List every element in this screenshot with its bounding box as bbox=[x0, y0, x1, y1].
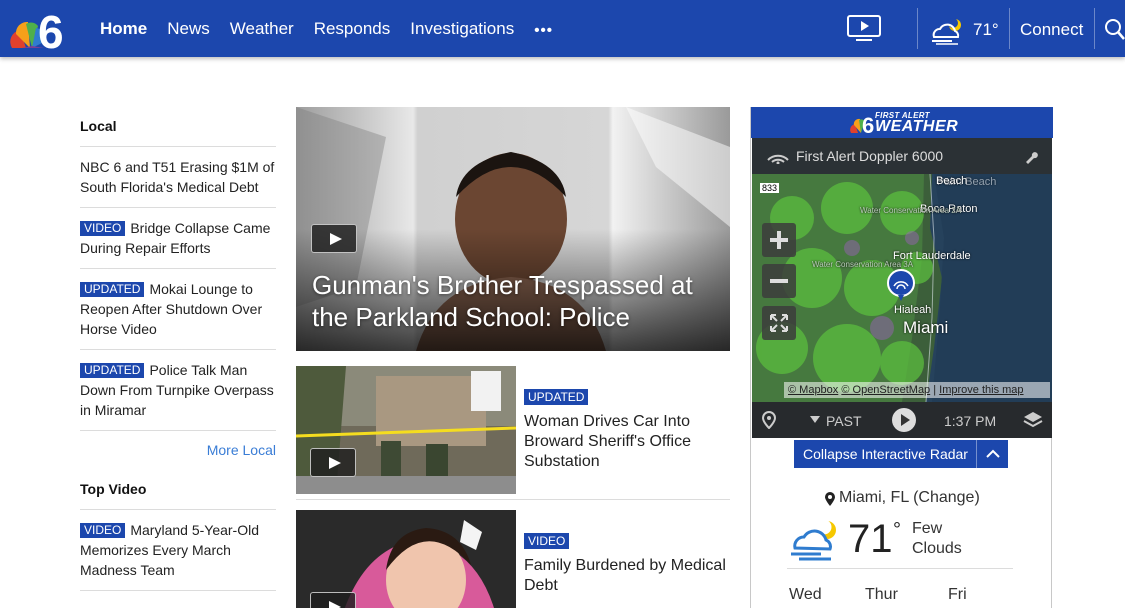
nav-weather[interactable]: Weather bbox=[230, 19, 294, 39]
map-label-beach: Beach bbox=[936, 175, 968, 187]
svg-text:6: 6 bbox=[38, 6, 64, 54]
nav-investigations[interactable]: Investigations bbox=[410, 19, 514, 39]
map-label-miami: Miami bbox=[903, 318, 949, 337]
hero-story[interactable]: Gunman's Brother Trespassed at the Parkl… bbox=[296, 107, 730, 351]
story-card-text: VIDEO Family Burdened by Medical Debt bbox=[524, 532, 730, 596]
header-divider bbox=[917, 8, 918, 49]
play-video-button[interactable] bbox=[311, 224, 357, 253]
main-nav: Home News Weather Responds Investigation… bbox=[100, 0, 553, 57]
wrench-icon[interactable] bbox=[1024, 150, 1038, 164]
mapbox-link[interactable]: © Mapbox bbox=[788, 384, 838, 396]
partly-cloudy-icon bbox=[932, 18, 961, 45]
hero-headline[interactable]: Gunman's Brother Trespassed at the Parkl… bbox=[312, 269, 722, 333]
map-attribution: © Mapbox © OpenStreetMap | Improve this … bbox=[784, 382, 1050, 398]
nbc6-logo: 6 bbox=[850, 113, 874, 135]
top-video-story-link[interactable]: VIDEO Maryland 5-Year-Old Memorizes Every… bbox=[80, 510, 276, 591]
zoom-out-button[interactable] bbox=[762, 264, 796, 298]
forecast-day-wed[interactable]: Wed bbox=[789, 586, 822, 604]
local-story-link[interactable]: VIDEO Bridge Collapse Came During Repair … bbox=[80, 208, 276, 269]
map-label-hialeah: Hialeah bbox=[894, 304, 932, 316]
left-sidebar: Local NBC 6 and T51 Erasing $1M of South… bbox=[80, 107, 276, 591]
svg-text:6: 6 bbox=[862, 113, 874, 135]
updated-tag: UPDATED bbox=[80, 363, 145, 378]
header-divider bbox=[1094, 8, 1095, 49]
nav-home[interactable]: Home bbox=[100, 19, 147, 39]
play-video-button[interactable] bbox=[310, 592, 356, 608]
local-story-link[interactable]: UPDATED Police Talk Man Down From Turnpik… bbox=[80, 350, 276, 431]
weather-widget: 6 FIRST ALERT WEATHER First Alert Dopple… bbox=[750, 107, 1053, 608]
search-icon[interactable] bbox=[1103, 17, 1125, 41]
header-temperature[interactable]: 71° bbox=[973, 20, 999, 40]
story-thumbnail[interactable] bbox=[296, 366, 516, 494]
more-menu-button[interactable]: ••• bbox=[534, 22, 553, 39]
play-icon[interactable] bbox=[890, 406, 918, 434]
nav-responds[interactable]: Responds bbox=[314, 19, 391, 39]
connect-link[interactable]: Connect bbox=[1020, 20, 1083, 40]
wifi-radar-icon bbox=[767, 154, 789, 164]
section-title-top-video: Top Video bbox=[80, 470, 276, 510]
chevron-up-icon bbox=[976, 440, 1008, 468]
radar-past-selector[interactable]: PAST bbox=[826, 413, 862, 429]
video-tag: VIDEO bbox=[80, 523, 126, 538]
fullscreen-button[interactable] bbox=[762, 306, 796, 340]
current-temperature: 71 bbox=[848, 517, 893, 561]
story-card-text: UPDATED Woman Drives Car Into Broward Sh… bbox=[524, 388, 730, 472]
local-story-link[interactable]: NBC 6 and T51 Erasing $1M of South Flori… bbox=[80, 147, 276, 208]
nbc6-logo[interactable]: 6 bbox=[6, 4, 64, 54]
story-headline[interactable]: Family Burdened by Medical Debt bbox=[524, 556, 730, 596]
zoom-in-button[interactable] bbox=[762, 223, 796, 257]
divider bbox=[296, 499, 730, 500]
story-thumbnail[interactable] bbox=[296, 510, 516, 608]
nav-news[interactable]: News bbox=[167, 19, 210, 39]
header-divider bbox=[1009, 8, 1010, 49]
updated-tag: UPDATED bbox=[524, 389, 589, 405]
forecast-day-fri[interactable]: Fri bbox=[948, 586, 967, 604]
attribution-separator: | bbox=[933, 384, 937, 396]
radar-map-title: First Alert Doppler 6000 bbox=[796, 148, 944, 164]
map-label-fort-lauderdale: Fort Lauderdale bbox=[893, 250, 971, 262]
weather-widget-header: 6 FIRST ALERT WEATHER bbox=[751, 107, 1053, 138]
radar-map-toolbar: First Alert Doppler 6000 bbox=[752, 138, 1052, 174]
video-tv-icon[interactable] bbox=[846, 14, 882, 42]
section-title-local: Local bbox=[80, 107, 276, 147]
layers-icon[interactable] bbox=[1022, 410, 1044, 430]
more-local-link[interactable]: More Local bbox=[80, 431, 276, 470]
weather-header-title: WEATHER bbox=[875, 118, 959, 135]
story-headline[interactable]: Woman Drives Car Into Broward Sheriff's … bbox=[524, 412, 730, 472]
partly-cloudy-icon bbox=[791, 519, 836, 561]
collapse-radar-label: Collapse Interactive Radar bbox=[803, 446, 968, 462]
radar-map[interactable]: First Alert Doppler 6000 Palm Beach Beac… bbox=[752, 138, 1052, 438]
video-tag: VIDEO bbox=[80, 221, 126, 236]
plus-icon bbox=[770, 231, 788, 249]
local-story-link[interactable]: UPDATED Mokai Lounge to Reopen After Shut… bbox=[80, 269, 276, 350]
location-marker-icon[interactable] bbox=[762, 411, 776, 429]
collapse-radar-button[interactable]: Collapse Interactive Radar bbox=[794, 440, 1008, 468]
story-headline: NBC 6 and T51 Erasing $1M of South Flori… bbox=[80, 159, 275, 195]
radar-playback-bar: PAST 1:37 PM bbox=[752, 402, 1052, 438]
location-pin-icon[interactable] bbox=[886, 268, 916, 302]
minus-icon bbox=[770, 279, 788, 283]
play-video-button[interactable] bbox=[310, 448, 356, 477]
improve-map-link[interactable]: Improve this map bbox=[939, 384, 1023, 396]
map-pin-icon bbox=[825, 492, 835, 506]
road-shield-833: 833 bbox=[760, 183, 780, 193]
divider bbox=[787, 568, 1013, 569]
map-label-wca-2a: Water Conservation Area 2A bbox=[860, 206, 962, 215]
expand-icon bbox=[770, 314, 788, 332]
degree-symbol: ° bbox=[893, 519, 901, 541]
weather-location-link[interactable]: Miami, FL (Change) bbox=[839, 489, 980, 507]
video-tag: VIDEO bbox=[524, 533, 570, 549]
radar-timestamp: 1:37 PM bbox=[944, 413, 997, 429]
map-label-wca-3a: Water Conservation Area 3A bbox=[812, 260, 914, 269]
top-navigation-bar: 6 Home News Weather Responds Investigati… bbox=[0, 0, 1125, 57]
current-condition: Few Clouds bbox=[912, 520, 962, 557]
updated-tag: UPDATED bbox=[80, 282, 145, 297]
dropdown-caret-icon[interactable] bbox=[810, 416, 820, 424]
forecast-day-thur[interactable]: Thur bbox=[865, 586, 898, 604]
openstreetmap-link[interactable]: © OpenStreetMap bbox=[841, 384, 930, 396]
